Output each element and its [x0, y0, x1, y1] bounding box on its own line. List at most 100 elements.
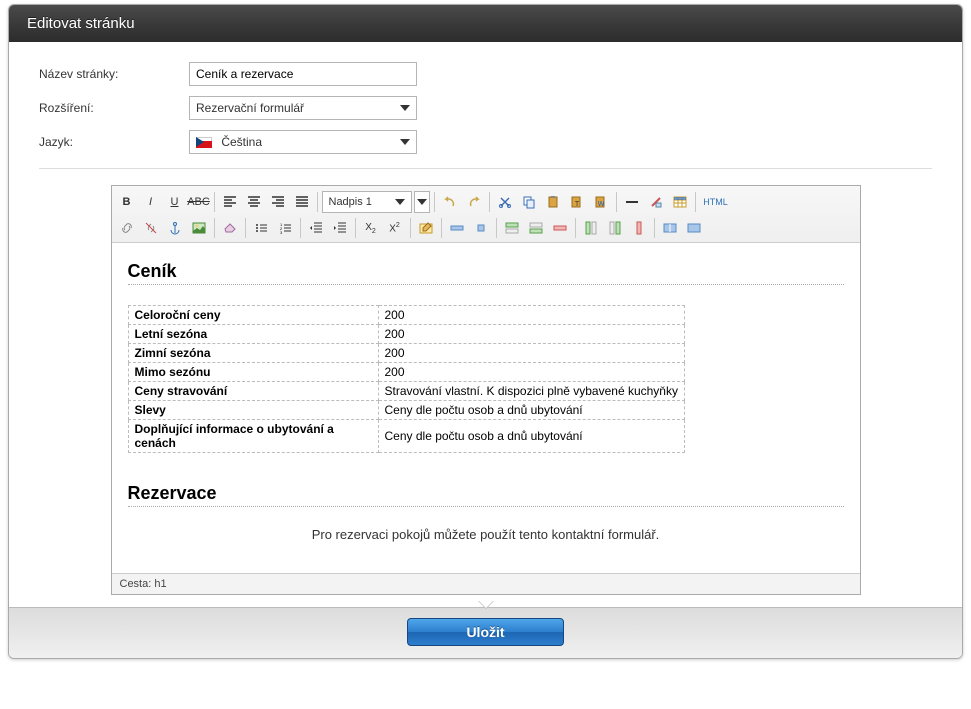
- format-select-dropdown-button[interactable]: [414, 191, 430, 213]
- price-key: Zimní sezóna: [128, 344, 378, 363]
- chevron-down-icon: [400, 139, 410, 145]
- svg-text:3: 3: [280, 230, 283, 235]
- row-extension: Rozšíření: Rezervační formulář: [39, 96, 932, 120]
- editor-status-bar: Cesta: h1: [112, 573, 860, 594]
- price-key: Ceny stravování: [128, 382, 378, 401]
- align-left-button[interactable]: [219, 191, 241, 213]
- undo-button[interactable]: [439, 191, 461, 213]
- save-button[interactable]: Uložit: [407, 618, 563, 646]
- insert-row-after-button[interactable]: [525, 217, 547, 239]
- unlink-button[interactable]: [140, 217, 162, 239]
- table-row: Mimo sezónu200: [128, 363, 684, 382]
- paste-text-button[interactable]: T: [566, 191, 588, 213]
- table-row: Zimní sezóna200: [128, 344, 684, 363]
- price-key: Letní sezóna: [128, 325, 378, 344]
- heading-rezervace: Rezervace: [128, 483, 844, 504]
- anchor-button[interactable]: [164, 217, 186, 239]
- table-row: Letní sezóna200: [128, 325, 684, 344]
- html-button[interactable]: HTML: [700, 191, 732, 213]
- table-row: SlevyCeny dle počtu osob a dnů ubytování: [128, 401, 684, 420]
- edit-cell-button[interactable]: [415, 217, 437, 239]
- page-name-input[interactable]: [189, 62, 417, 86]
- bold-button[interactable]: B: [116, 191, 138, 213]
- italic-button[interactable]: I: [140, 191, 162, 213]
- price-value: Ceny dle počtu osob a dnů ubytování: [378, 401, 684, 420]
- delete-row-button[interactable]: [549, 217, 571, 239]
- format-select[interactable]: Nadpis 1: [322, 191, 412, 213]
- price-value: 200: [378, 363, 684, 382]
- price-key: Slevy: [128, 401, 378, 420]
- insert-col-after-button[interactable]: [604, 217, 626, 239]
- dotted-divider: [128, 284, 844, 285]
- chevron-down-icon: [417, 199, 427, 205]
- link-button[interactable]: [116, 217, 138, 239]
- row-language: Jazyk: Čeština: [39, 130, 932, 154]
- rich-text-editor: B I U ABC Nadpis 1: [111, 185, 861, 595]
- eraser-button[interactable]: [219, 217, 241, 239]
- ol-button[interactable]: 123: [274, 217, 296, 239]
- image-button[interactable]: [188, 217, 210, 239]
- paste-button[interactable]: [542, 191, 564, 213]
- footer-notch-icon: [478, 600, 494, 608]
- delete-col-button[interactable]: [628, 217, 650, 239]
- price-table: Celoroční ceny200Letní sezóna200Zimní se…: [128, 305, 685, 453]
- edit-page-dialog: Editovat stránku Název stránky: Rozšířen…: [8, 4, 963, 659]
- dialog-footer: Uložit: [9, 607, 962, 658]
- language-value-wrap: Čeština: [196, 135, 262, 149]
- price-value: 200: [378, 306, 684, 325]
- extension-label: Rozšíření:: [39, 101, 189, 115]
- language-label: Jazyk:: [39, 135, 189, 149]
- indent-button[interactable]: [329, 217, 351, 239]
- price-key: Mimo sezónu: [128, 363, 378, 382]
- reservation-text: Pro rezervaci pokojů můžete použít tento…: [128, 527, 844, 542]
- align-justify-button[interactable]: [291, 191, 313, 213]
- merge-cells-button[interactable]: [683, 217, 705, 239]
- price-value: Ceny dle počtu osob a dnů ubytování: [378, 420, 684, 453]
- extension-select[interactable]: Rezervační formulář: [189, 96, 417, 120]
- table-row: Celoroční ceny200: [128, 306, 684, 325]
- paste-word-button[interactable]: W: [590, 191, 612, 213]
- divider: [39, 168, 932, 169]
- insert-row-before-button[interactable]: [501, 217, 523, 239]
- insert-col-before-button[interactable]: [580, 217, 602, 239]
- align-right-button[interactable]: [267, 191, 289, 213]
- extension-value: Rezervační formulář: [196, 101, 304, 115]
- chevron-down-icon: [400, 105, 410, 111]
- row-props-button[interactable]: [446, 217, 468, 239]
- row-page-name: Název stránky:: [39, 62, 932, 86]
- svg-text:W: W: [597, 201, 604, 208]
- table-row: Ceny stravováníStravování vlastní. K dis…: [128, 382, 684, 401]
- copy-button[interactable]: [518, 191, 540, 213]
- page-name-label: Název stránky:: [39, 67, 189, 81]
- cell-props-button[interactable]: [470, 217, 492, 239]
- cut-button[interactable]: [494, 191, 516, 213]
- heading-cenik: Ceník: [128, 261, 844, 282]
- price-value: 200: [378, 325, 684, 344]
- underline-button[interactable]: U: [164, 191, 186, 213]
- price-key: Celoroční ceny: [128, 306, 378, 325]
- clear-format-button[interactable]: [645, 191, 667, 213]
- price-value: 200: [378, 344, 684, 363]
- chevron-down-icon: [395, 199, 405, 205]
- flag-czech-icon: [196, 137, 212, 148]
- price-value: Stravování vlastní. K dispozici plně vyb…: [378, 382, 684, 401]
- subscript-button[interactable]: X2: [360, 217, 382, 239]
- svg-text:T: T: [574, 201, 579, 208]
- ul-button[interactable]: [250, 217, 272, 239]
- redo-button[interactable]: [463, 191, 485, 213]
- editor-toolbar: B I U ABC Nadpis 1: [112, 186, 860, 243]
- split-cells-button[interactable]: [659, 217, 681, 239]
- superscript-button[interactable]: X2: [384, 217, 406, 239]
- table-row: Doplňující informace o ubytování a cenác…: [128, 420, 684, 453]
- align-center-button[interactable]: [243, 191, 265, 213]
- language-select[interactable]: Čeština: [189, 130, 417, 154]
- hr-button[interactable]: [621, 191, 643, 213]
- price-key: Doplňující informace o ubytování a cenác…: [128, 420, 378, 453]
- language-value: Čeština: [221, 135, 262, 149]
- editor-content-area[interactable]: Ceník Celoroční ceny200Letní sezóna200Zi…: [112, 243, 860, 573]
- table-icon-button[interactable]: [669, 191, 691, 213]
- outdent-button[interactable]: [305, 217, 327, 239]
- format-select-value: Nadpis 1: [329, 196, 372, 208]
- strike-button[interactable]: ABC: [188, 191, 210, 213]
- dotted-divider: [128, 506, 844, 507]
